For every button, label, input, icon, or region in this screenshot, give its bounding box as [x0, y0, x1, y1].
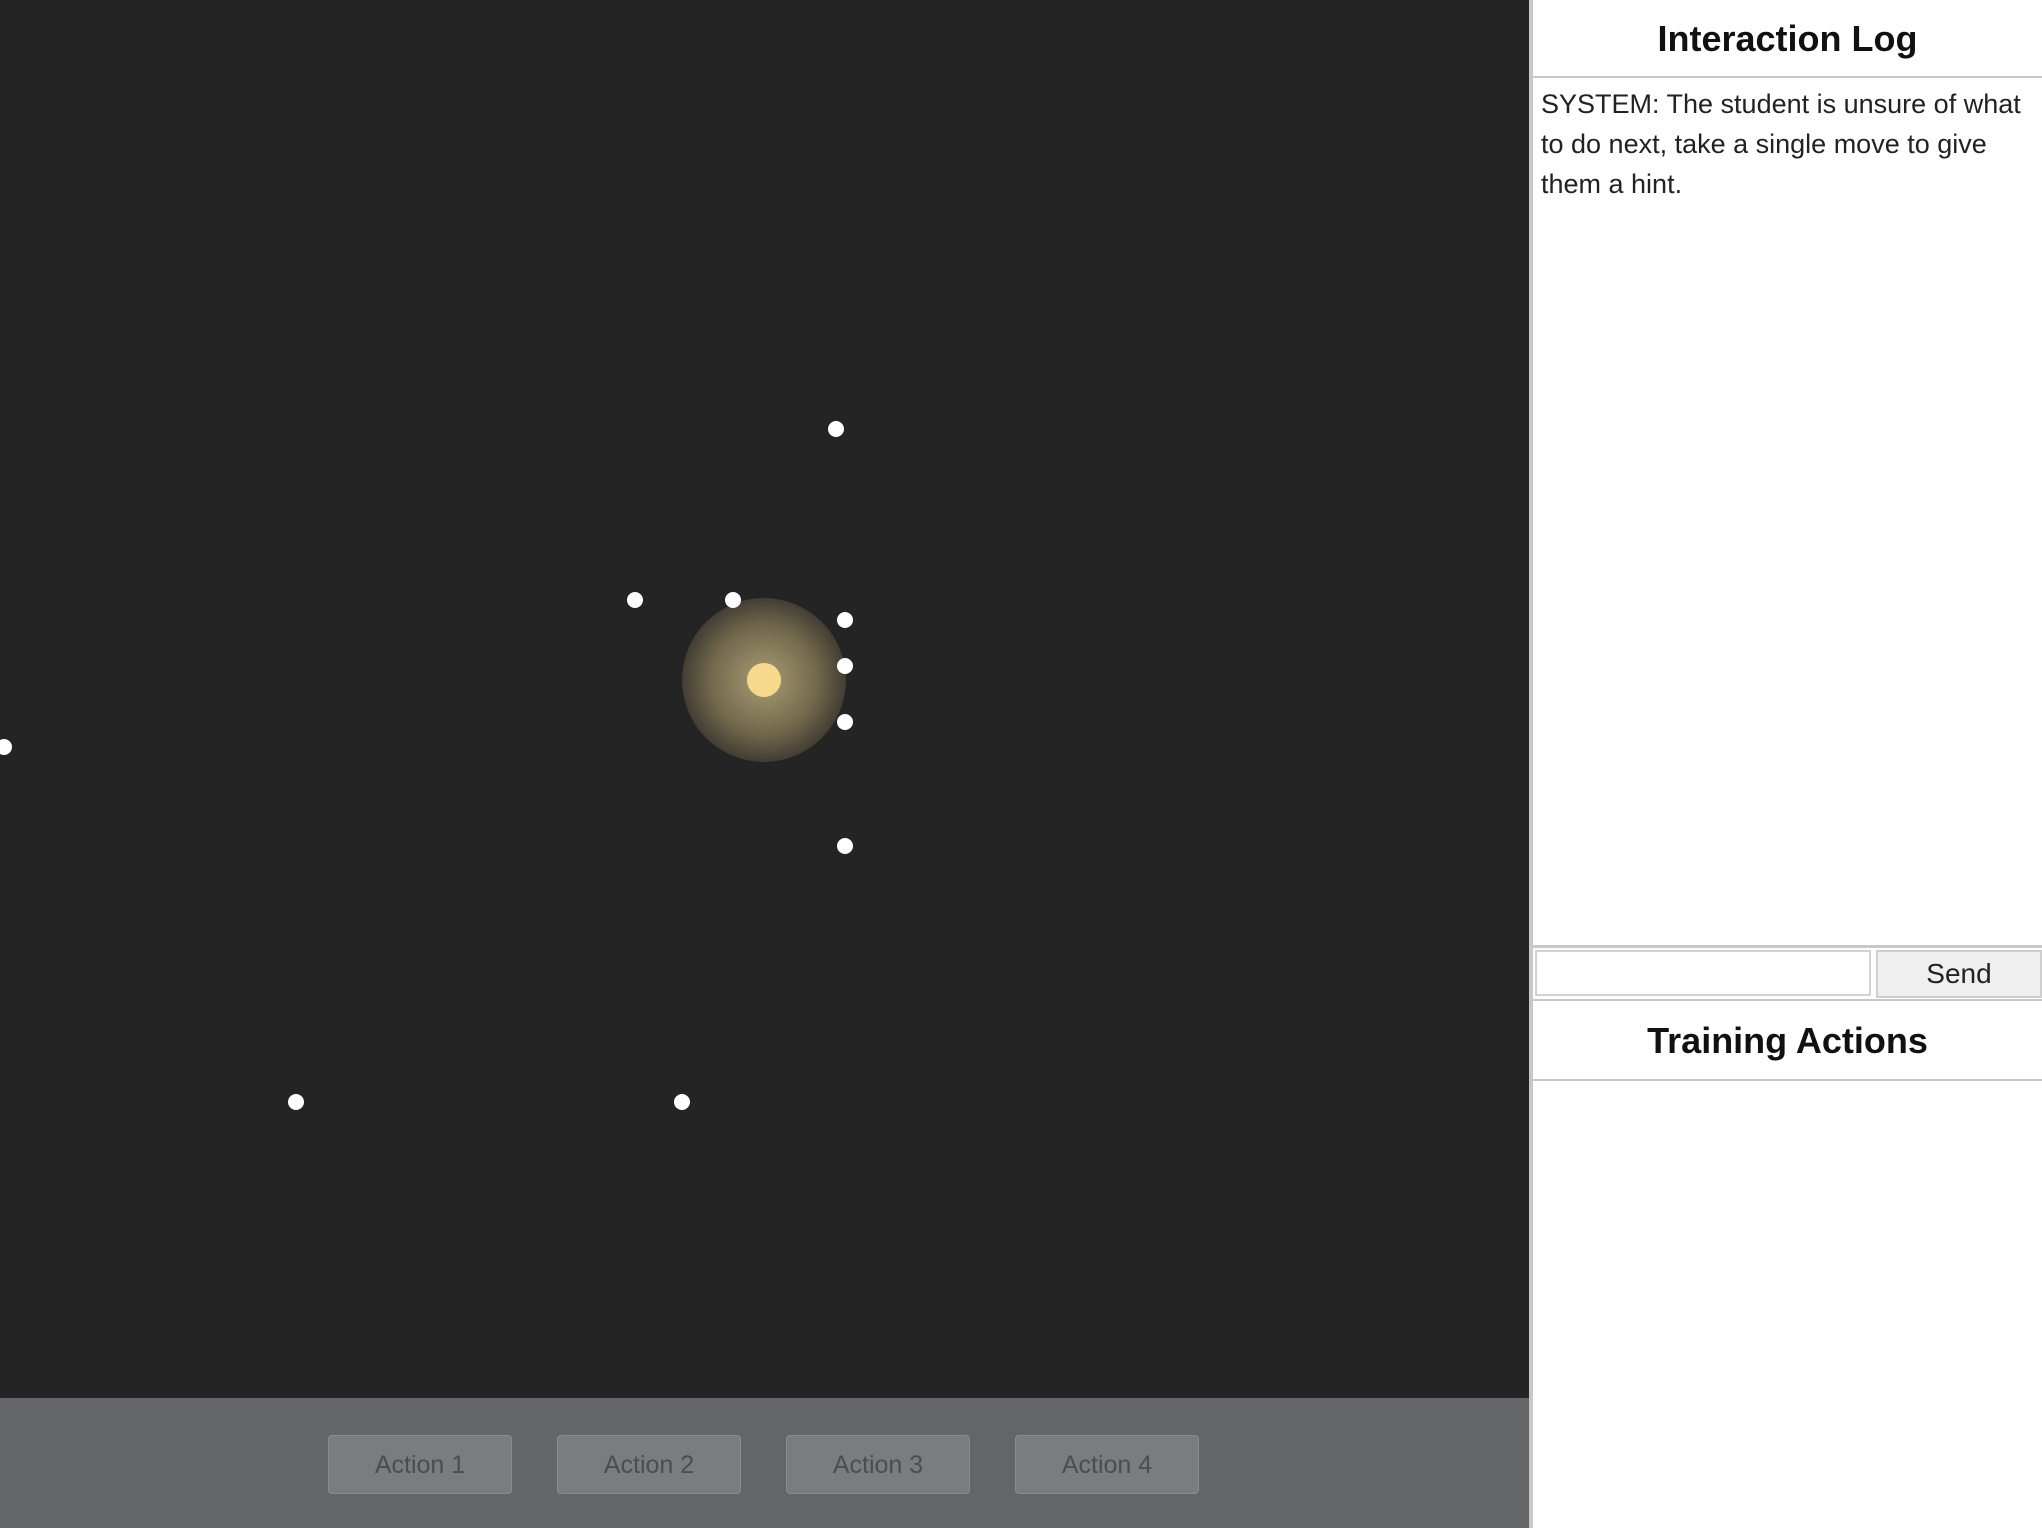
particle-dot-icon[interactable] [837, 612, 853, 628]
action-2-button[interactable]: Action 2 [557, 1435, 741, 1494]
interaction-log-title: Interaction Log [1533, 0, 2042, 78]
particle-dot-icon[interactable] [828, 421, 844, 437]
particle-dot-icon[interactable] [674, 1094, 690, 1110]
particle-dot-icon[interactable] [837, 714, 853, 730]
particle-dot-icon[interactable] [725, 592, 741, 608]
action-4-button[interactable]: Action 4 [1015, 1435, 1199, 1494]
particle-dot-icon[interactable] [837, 658, 853, 674]
particle-dot-icon[interactable] [627, 592, 643, 608]
particle-dot-icon[interactable] [288, 1094, 304, 1110]
action-1-button[interactable]: Action 1 [328, 1435, 512, 1494]
action-bar: Action 1 Action 2 Action 3 Action 4 [0, 1398, 1529, 1528]
interaction-log[interactable]: SYSTEM: The student is unsure of what to… [1533, 78, 2042, 948]
action-3-button[interactable]: Action 3 [786, 1435, 970, 1494]
log-message: SYSTEM: The student is unsure of what to… [1541, 89, 2021, 199]
chat-row: Send [1533, 948, 2042, 1001]
particle-dot-icon[interactable] [0, 739, 12, 755]
game-view[interactable]: Action 1 Action 2 Action 3 Action 4 [0, 0, 1529, 1528]
training-actions-list [1533, 1081, 2042, 1528]
side-panel: Interaction Log SYSTEM: The student is u… [1529, 0, 2042, 1528]
send-button[interactable]: Send [1876, 950, 2042, 998]
particle-dot-icon[interactable] [837, 838, 853, 854]
training-actions-title: Training Actions [1533, 1001, 2042, 1081]
light-source-icon[interactable] [747, 663, 781, 697]
chat-input[interactable] [1535, 950, 1871, 996]
app-root: Action 1 Action 2 Action 3 Action 4 Inte… [0, 0, 2042, 1528]
game-canvas[interactable] [0, 0, 1529, 1398]
